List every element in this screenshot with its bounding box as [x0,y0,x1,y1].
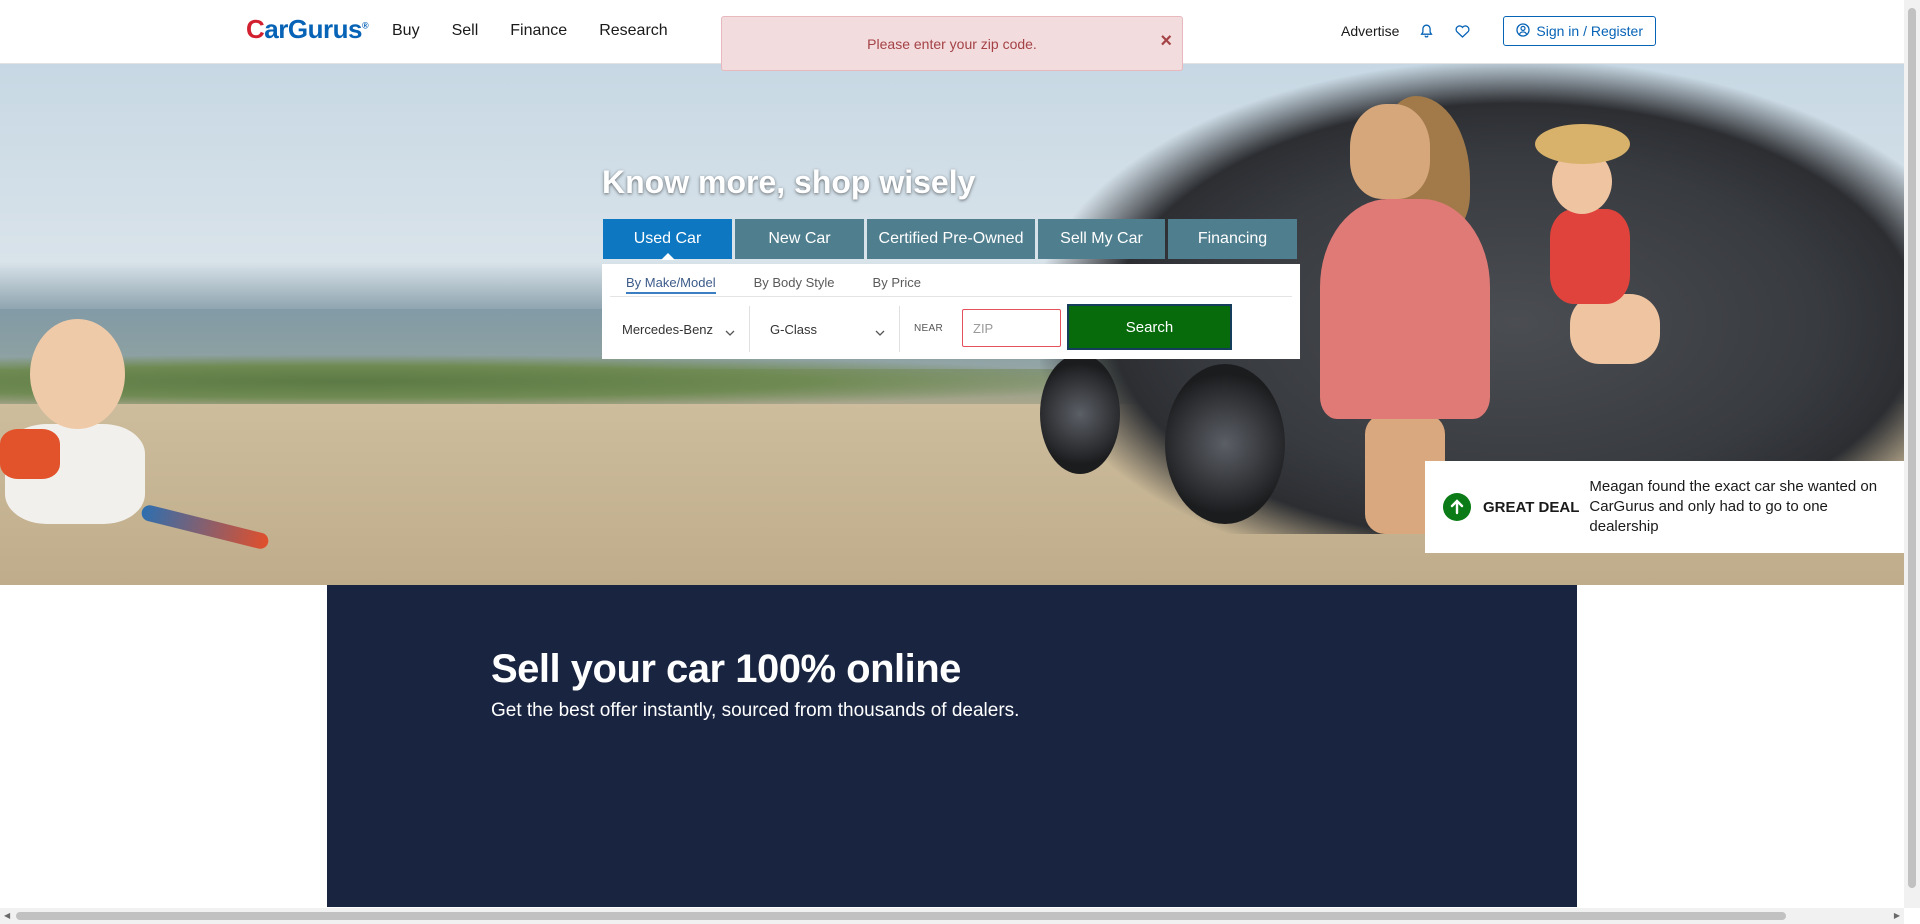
hero-girl-image [1530,124,1660,364]
active-tab-notch [660,253,675,260]
tab-financing[interactable]: Financing [1168,219,1297,259]
make-select[interactable]: Mercedes-Benz [602,306,750,352]
heart-icon[interactable] [1453,22,1471,40]
scroll-right-icon[interactable]: ▶ [1894,911,1900,920]
tab-label: Sell My Car [1060,230,1143,247]
user-circle-icon [1516,22,1531,40]
hero-title: Know more, shop wisely [602,164,976,200]
bell-icon[interactable] [1417,22,1435,40]
advertise-link[interactable]: Advertise [1341,23,1399,39]
header-actions: Advertise Sign in / Register [1341,16,1656,46]
deal-testimonial: Meagan found the exact car she wanted on… [1589,478,1878,535]
signin-register-button[interactable]: Sign in / Register [1503,16,1656,46]
car-wheel [1040,354,1120,474]
tab-label: Used Car [633,230,702,247]
nav-buy[interactable]: Buy [392,22,420,40]
tab-label: Financing [1197,230,1268,247]
tab-label: New Car [768,230,831,247]
vertical-scrollbar[interactable] [1904,0,1920,908]
deal-label: GREAT DEAL [1483,498,1580,516]
toast-message: Please enter your zip code. [867,35,1037,52]
arrow-up-icon [1443,493,1471,521]
tab-certified-pre-owned[interactable]: Certified Pre-Owned [867,219,1035,259]
make-value: Mercedes-Benz [622,321,714,337]
near-label: NEAR [914,323,943,334]
model-select[interactable]: G-Class [750,306,900,352]
tab-new-car[interactable]: New Car [735,219,864,259]
main-nav: Buy Sell Finance Research [392,22,668,40]
nav-research[interactable]: Research [599,22,667,40]
toast-close-button[interactable]: × [1160,31,1172,51]
subtab-price[interactable]: By Price [873,275,921,294]
hero-boy-image [0,319,160,585]
tab-label: Certified Pre-Owned [878,230,1024,247]
subtab-divider [610,296,1292,297]
signin-label: Sign in / Register [1536,23,1643,39]
search-tabs: Used Car New Car Certified Pre-Owned Sel… [603,219,1297,260]
search-panel: By Make/Model By Body Style By Price Mer… [602,264,1300,359]
subtab-make-model[interactable]: By Make/Model [626,275,716,294]
horizontal-scrollbar[interactable]: ◀ ▶ [0,908,1904,924]
chevron-down-icon [875,324,885,339]
scroll-left-icon[interactable]: ◀ [4,911,10,920]
hero-grass [0,354,1150,409]
model-value: G-Class [770,321,817,337]
zip-error-toast: Please enter your zip code. × [721,16,1183,71]
great-deal-card: GREAT DEAL Meagan found the exact car sh… [1425,461,1904,553]
car-wheel [1165,364,1285,524]
chevron-down-icon [725,324,735,339]
tab-sell-my-car[interactable]: Sell My Car [1038,219,1165,259]
cargurus-logo[interactable]: CarGurus® [246,14,369,45]
horizontal-scroll-thumb[interactable] [16,912,1786,920]
subtab-body-style[interactable]: By Body Style [754,275,835,294]
search-subtabs: By Make/Model By Body Style By Price [626,275,921,294]
tab-used-car[interactable]: Used Car [603,219,732,260]
sell-banner-subtitle: Get the best offer instantly, sourced fr… [491,700,1020,721]
sell-banner-title: Sell your car 100% online [491,647,961,691]
nav-sell[interactable]: Sell [452,22,479,40]
zip-input[interactable] [962,309,1061,347]
search-button[interactable]: Search [1067,304,1232,350]
nav-finance[interactable]: Finance [510,22,567,40]
sell-car-banner: Sell your car 100% online Get the best o… [327,585,1577,907]
vertical-scroll-thumb[interactable] [1908,8,1916,888]
